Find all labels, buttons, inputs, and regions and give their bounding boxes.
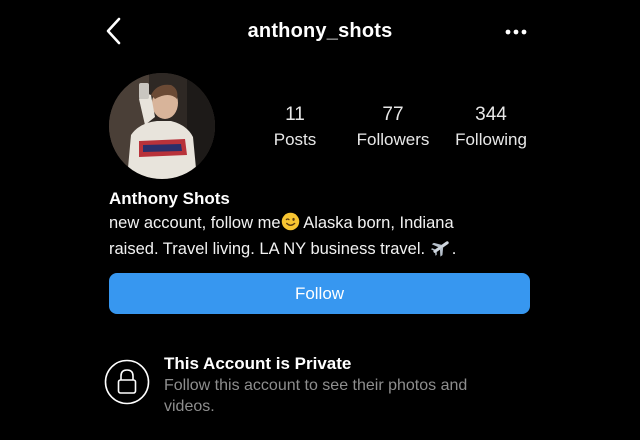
private-lock: [104, 359, 150, 405]
profile-display-name: Anthony Shots: [109, 189, 230, 208]
posts-count: 11: [285, 104, 305, 125]
more-horizontal-icon: [505, 29, 527, 35]
wink-emoji-icon: [281, 212, 300, 237]
stat-following[interactable]: 344 Following: [436, 103, 546, 152]
profile-stats: 11 Posts 77 Followers 344 Following: [0, 103, 640, 163]
following-count: 344: [475, 104, 507, 125]
top-bar: anthony_shots: [0, 0, 640, 64]
follow-button[interactable]: Follow: [109, 273, 530, 314]
following-label: Following: [455, 130, 527, 149]
bio-text: new account, follow me: [109, 214, 281, 232]
profile-bio: new account, follow me Alaska born, Indi…: [109, 212, 529, 263]
private-account-title: This Account is Private: [164, 354, 352, 373]
posts-label: Posts: [273, 130, 317, 149]
bio-text: raised. Travel living. LA NY business tr…: [109, 240, 430, 258]
profile-username-title: anthony_shots: [247, 20, 393, 42]
followers-count: 77: [382, 104, 404, 125]
bio-line-1: new account, follow me Alaska born, Indi…: [109, 212, 529, 237]
bio-text: .: [451, 240, 457, 258]
lock-icon: [104, 359, 150, 405]
stat-posts[interactable]: 11 Posts: [240, 103, 350, 152]
more-options-button[interactable]: [500, 18, 532, 46]
stat-followers[interactable]: 77 Followers: [338, 103, 448, 152]
followers-label: Followers: [356, 130, 430, 149]
airplane-emoji-icon: [430, 237, 452, 263]
bio-text: Alaska born, Indiana: [299, 214, 454, 232]
private-account-subtitle: Follow this account to see their photos …: [164, 377, 468, 415]
bio-line-2: raised. Travel living. LA NY business tr…: [109, 237, 529, 263]
